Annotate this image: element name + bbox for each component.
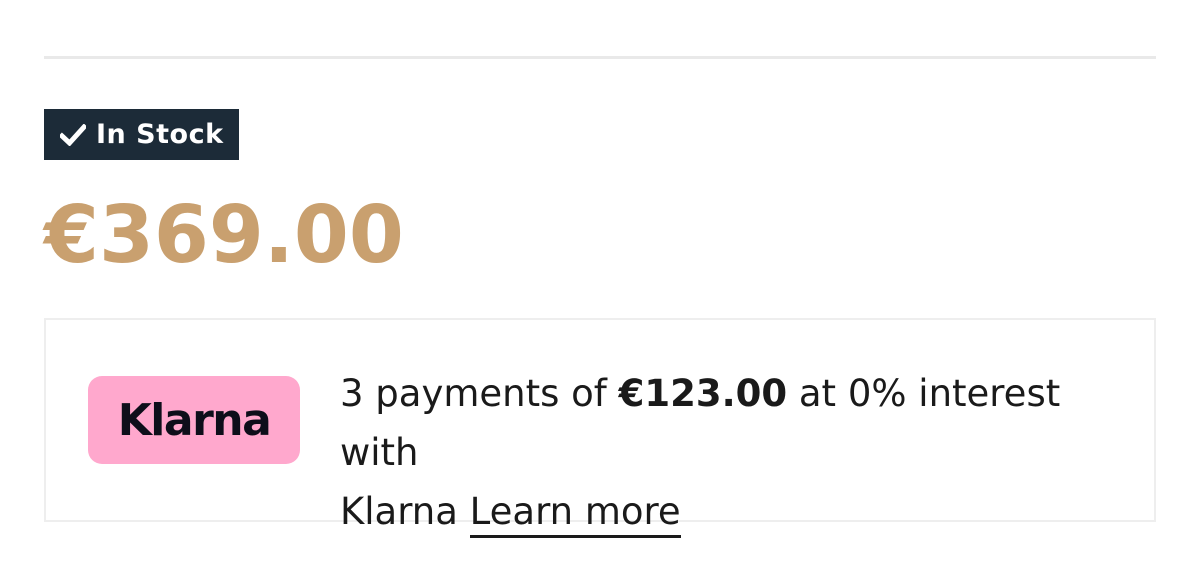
product-price: €369.00 (44, 189, 404, 281)
divider (44, 56, 1156, 59)
stock-badge: In Stock (44, 109, 239, 160)
check-icon (58, 122, 88, 147)
product-purchase-panel: In Stock €369.00 Klarna 3 payments of €1… (0, 0, 1200, 566)
klarna-message-prefix: 3 payments of (340, 372, 619, 415)
klarna-message: 3 payments of €123.00 at 0% interest wit… (340, 364, 1140, 541)
stock-status-label: In Stock (96, 119, 224, 150)
klarna-message-line2: Klarna (340, 490, 458, 533)
klarna-logo-text: Klarna (117, 394, 272, 446)
klarna-logo: Klarna (88, 376, 300, 464)
learn-more-link[interactable]: Learn more (469, 490, 681, 538)
klarna-installment-amount: €123.00 (618, 372, 788, 415)
